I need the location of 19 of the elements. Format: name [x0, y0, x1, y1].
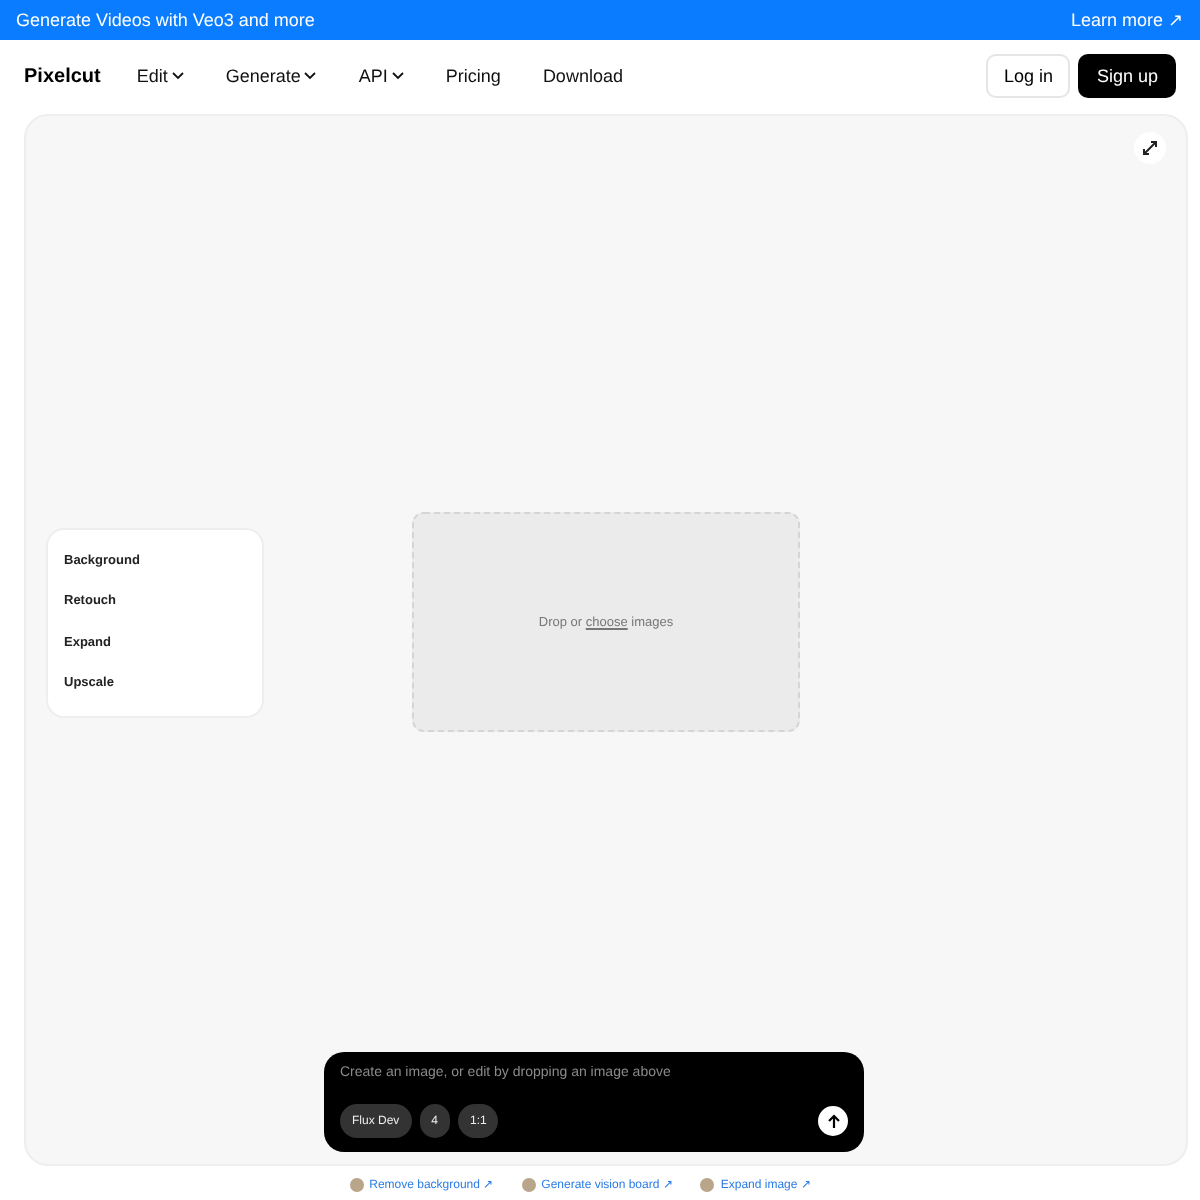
learn-more-link[interactable]: Learn more ↗: [1070, 10, 1184, 30]
logo[interactable]: Pixelcut: [24, 65, 101, 87]
chevron-down-icon: [391, 72, 404, 80]
thumbnail-icon: [521, 1177, 536, 1191]
send-button[interactable]: [818, 1106, 848, 1136]
banner-text: Generate Videos with Veo3 and more: [16, 10, 315, 30]
nav-item[interactable]: Edit: [136, 66, 184, 86]
nav-item[interactable]: Generate: [225, 66, 317, 86]
thumbnail-icon: [700, 1177, 715, 1191]
chevron-down-icon: [171, 72, 184, 80]
nav-item[interactable]: Pricing: [445, 66, 501, 86]
fullscreen-icon[interactable]: [1134, 132, 1166, 164]
arrow-up-icon: [825, 1113, 841, 1129]
signup-button[interactable]: Sign up: [1078, 54, 1176, 98]
nav-item[interactable]: Download: [542, 66, 623, 86]
chevron-down-icon: [304, 72, 317, 80]
nav-item[interactable]: API: [358, 66, 404, 86]
thumbnail-icon: [349, 1177, 364, 1191]
login-button[interactable]: Log in: [985, 54, 1071, 98]
